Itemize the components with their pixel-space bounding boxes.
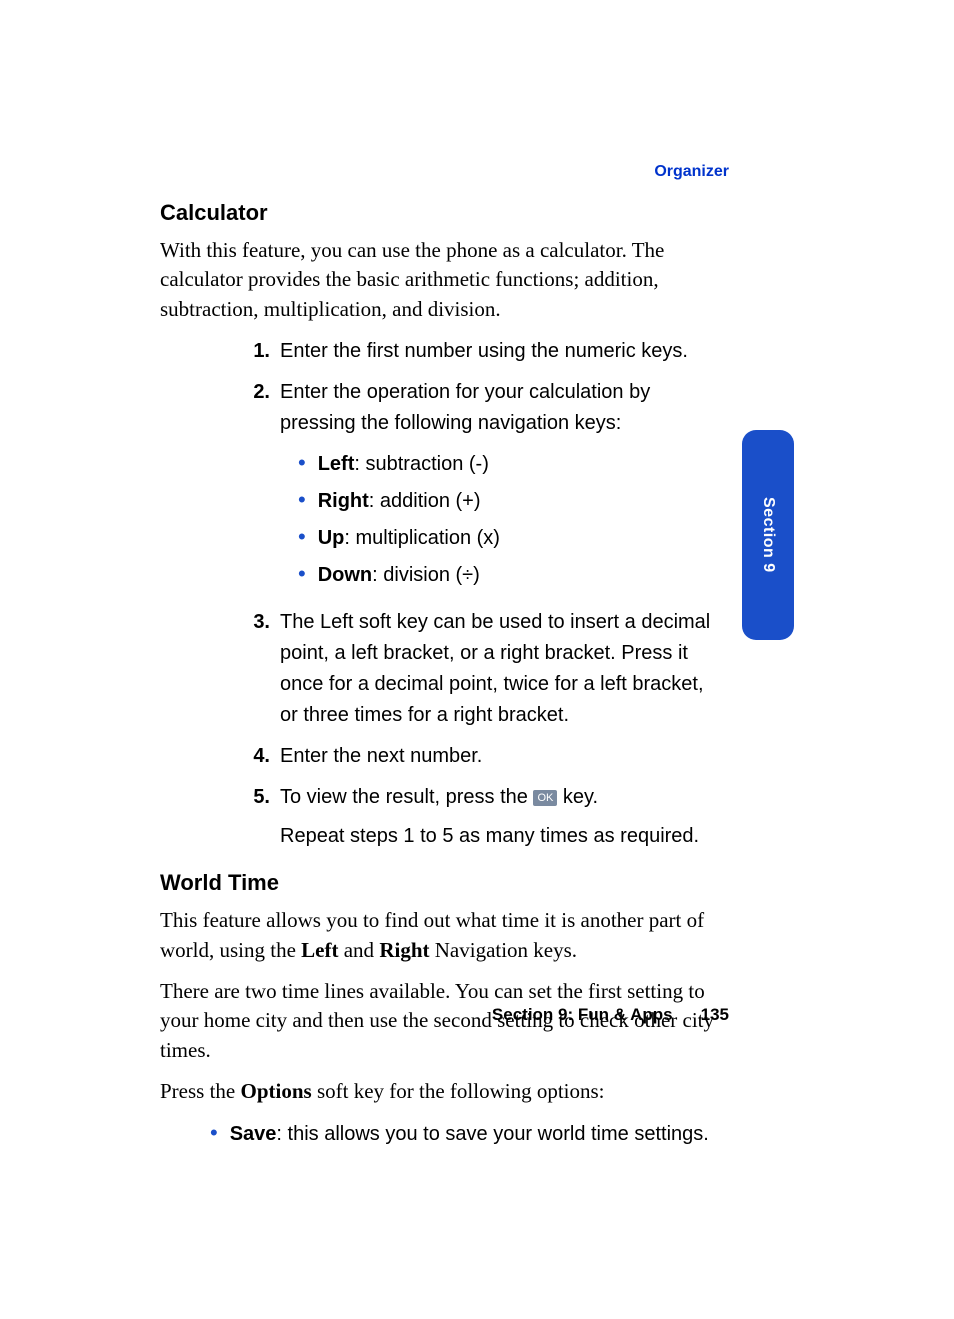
bullet-icon: • (210, 1122, 218, 1144)
step-2: 2. Enter the operation for your calculat… (240, 377, 720, 597)
nav-down-item: • Down: division (÷) (298, 560, 720, 591)
nav-desc: : division (÷) (372, 564, 480, 586)
step-number: 2. (240, 377, 270, 597)
ok-key-icon: OK (533, 790, 557, 806)
calculator-intro: With this feature, you can use the phone… (160, 236, 720, 324)
nav-label: Left (318, 453, 355, 475)
header-category-label: Organizer (654, 163, 729, 181)
step-text: Enter the first number using the numeric… (280, 336, 720, 367)
section-tab-text: Section 9 (759, 497, 777, 573)
save-label: Save (230, 1123, 277, 1145)
section-tab: Section 9 (742, 430, 794, 640)
step-1: 1. Enter the first number using the nume… (240, 336, 720, 367)
step-number: 4. (240, 741, 270, 772)
step-text: Enter the next number. (280, 741, 720, 772)
nav-right-item: • Right: addition (+) (298, 486, 720, 517)
repeat-note: Repeat steps 1 to 5 as many times as req… (280, 821, 720, 852)
bullet-icon: • (298, 452, 306, 474)
footer-section: Section 9: Fun & Apps (492, 1005, 673, 1025)
save-option: • Save: this allows you to save your wor… (210, 1119, 720, 1149)
step-3: 3. The Left soft key can be used to inse… (240, 607, 720, 731)
calculator-heading: Calculator (160, 200, 720, 226)
nav-label: Down (318, 564, 372, 586)
step-number: 3. (240, 607, 270, 731)
footer-page-number: 135 (701, 1005, 729, 1025)
step-number: 5. (240, 782, 270, 852)
step-text: The Left soft key can be used to insert … (280, 607, 720, 731)
bullet-icon: • (298, 489, 306, 511)
worldtime-p3: Press the Options soft key for the follo… (160, 1077, 720, 1106)
step-text: Enter the operation for your calculation… (280, 381, 650, 434)
page-footer: Section 9: Fun & Apps 135 (492, 1005, 729, 1025)
nav-up-item: • Up: multiplication (x) (298, 523, 720, 554)
bullet-icon: • (298, 563, 306, 585)
step-number: 1. (240, 336, 270, 367)
worldtime-p1: This feature allows you to find out what… (160, 906, 720, 965)
bullet-icon: • (298, 526, 306, 548)
step-text-before: To view the result, press the (280, 786, 533, 808)
step-4: 4. Enter the next number. (240, 741, 720, 772)
save-desc: : this allows you to save your world tim… (276, 1123, 708, 1145)
nav-desc: : subtraction (-) (354, 453, 488, 475)
nav-left-item: • Left: subtraction (-) (298, 449, 720, 480)
step-text-after: key. (557, 786, 598, 808)
nav-label: Right (318, 490, 369, 512)
nav-desc: : addition (+) (369, 490, 481, 512)
step-5: 5. To view the result, press the OK key.… (240, 782, 720, 852)
worldtime-heading: World Time (160, 870, 720, 896)
nav-desc: : multiplication (x) (344, 527, 500, 549)
nav-label: Up (318, 527, 345, 549)
